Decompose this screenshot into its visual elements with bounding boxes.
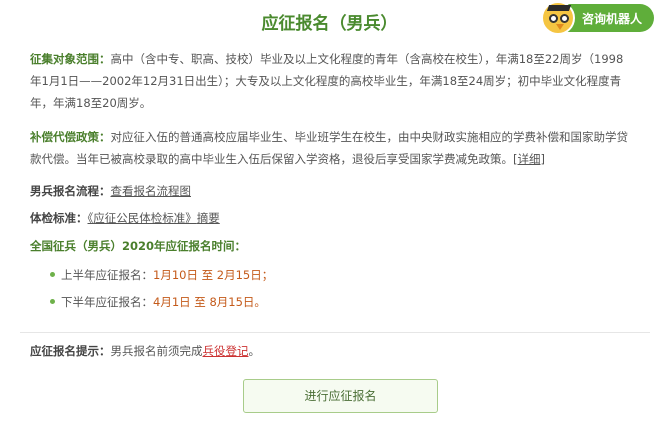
physical-suffix[interactable]: 摘要 [197,211,220,225]
owl-robot-icon [541,1,575,35]
process-flowchart-link[interactable]: 查看报名流程图 [111,184,192,198]
target-section: 征集对象范围：高中（含中专、职高、技校）毕业及以上文化程度的青年（含高校在校生）… [30,48,630,114]
process-label: 男兵报名流程： [30,184,111,198]
military-registration-link[interactable]: 兵役登记 [203,344,249,358]
first-half-date: 1月10日 至 2月15日； [153,268,274,282]
schedule-second-half: 下半年应征报名：4月1日 至 8月15日。 [50,292,266,312]
physical-section: 体检标准：《应征公民体检标准》摘要 [30,207,630,229]
tip-text-before: 男兵报名前须完成 [110,344,203,358]
physical-standard-link[interactable]: 《应征公民体检标准》 [88,211,197,225]
consult-robot-button[interactable]: 咨询机器人 [541,1,654,35]
detail-link[interactable]: [详细] [513,152,545,166]
physical-label: 体检标准： [30,211,88,225]
tip-section: 应征报名提示：男兵报名前须完成兵役登记。 [30,340,630,362]
second-half-date: 4月1日 至 8月15日。 [153,295,266,309]
second-half-label: 下半年应征报名： [61,295,153,309]
compensation-section: 补偿代偿政策：对应征入伍的普通高校应届毕业生、毕业班学生在校生，由中央财政实施相… [30,126,630,170]
schedule-heading-text: 全国征兵（男兵）2020年应征报名时间： [30,239,247,253]
schedule-heading: 全国征兵（男兵）2020年应征报名时间： [30,235,630,257]
compensation-label: 补偿代偿政策： [30,130,111,144]
divider [20,332,650,333]
enlist-register-button[interactable]: 进行应征报名 [243,379,438,413]
tip-label: 应征报名提示： [30,344,111,358]
consult-robot-label: 咨询机器人 [582,12,643,26]
tip-text-after: 。 [248,344,261,358]
schedule-first-half: 上半年应征报名：1月10日 至 2月15日； [50,265,273,285]
target-text: 高中（含中专、职高、技校）毕业及以上文化程度的青年（含高校在校生），年满18至2… [30,52,624,110]
first-half-label: 上半年应征报名： [61,268,153,282]
bullet-dot-icon [50,272,55,277]
bullet-dot-icon [50,299,55,304]
process-section: 男兵报名流程：查看报名流程图 [30,180,630,202]
target-label: 征集对象范围： [30,52,111,66]
